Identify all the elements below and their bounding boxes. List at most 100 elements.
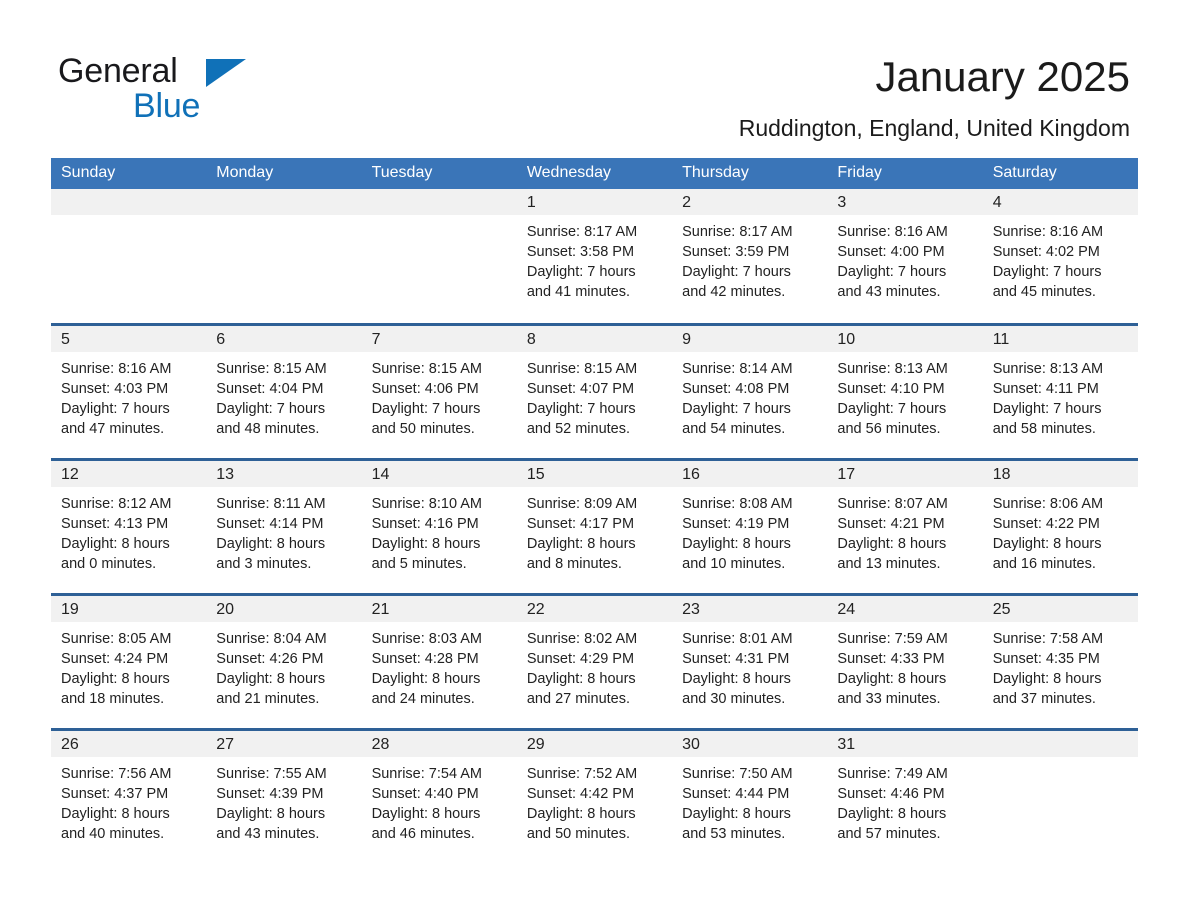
- day-number: 21: [361, 595, 517, 622]
- day-number: 5: [51, 325, 207, 352]
- calendar-day-cell[interactable]: 4 Sunrise: 8:16 AM Sunset: 4:02 PM Daylight…: [982, 189, 1138, 324]
- sunset-text: Sunset: 4:24 PM: [61, 650, 169, 667]
- calendar-day-cell[interactable]: 17 Sunrise: 8:07 AM Sunset: 4:21 PM Dayligh…: [827, 457, 983, 594]
- sunrise-text: Sunrise: 8:08 AM: [682, 495, 793, 512]
- sunset-text: Sunset: 4:26 PM: [216, 650, 324, 667]
- daylight-text-line1: Daylight: 8 hours: [837, 535, 947, 552]
- calendar-day-cell[interactable]: 5 Sunrise: 8:16 AM Sunset: 4:03 PM Daylight…: [51, 322, 207, 459]
- day-details: Sunrise: 8:06 AM Sunset: 4:22 PM Daylight:…: [983, 487, 1138, 574]
- daylight-text-line2: and 48 minutes.: [216, 420, 320, 437]
- sunset-text: Sunset: 4:03 PM: [61, 380, 169, 397]
- sunrise-text: Sunrise: 7:59 AM: [837, 630, 948, 647]
- calendar-day-cell[interactable]: 19 Sunrise: 8:05 AM Sunset: 4:24 PM Dayligh…: [51, 592, 207, 729]
- calendar-day-cell[interactable]: 1 Sunrise: 8:17 AM Sunset: 3:58 PM Daylight…: [516, 189, 673, 324]
- daylight-text-line1: Daylight: 8 hours: [216, 805, 326, 822]
- calendar-week-row: 26 Sunrise: 7:56 AM Sunset: 4:37 PM Dayligh…: [51, 727, 1138, 864]
- calendar-day-cell[interactable]: 12 Sunrise: 8:12 AM Sunset: 4:13 PM Dayligh…: [51, 457, 207, 594]
- calendar-day-cell[interactable]: 10 Sunrise: 8:13 AM Sunset: 4:10 PM Dayligh…: [827, 322, 983, 459]
- calendar-day-cell[interactable]: 30 Sunrise: 7:50 AM Sunset: 4:44 PM Dayligh…: [672, 727, 828, 864]
- day-details: Sunrise: 7:55 AM Sunset: 4:39 PM Daylight:…: [206, 757, 361, 844]
- sunset-text: Sunset: 4:02 PM: [992, 244, 1100, 260]
- daylight-text-line2: and 52 minutes.: [526, 420, 631, 437]
- calendar-day-cell[interactable]: 16 Sunrise: 8:08 AM Sunset: 4:19 PM Dayligh…: [672, 457, 828, 594]
- daylight-text-line1: Daylight: 7 hours: [526, 264, 636, 280]
- day-details: Sunrise: 7:49 AM Sunset: 4:46 PM Daylight:…: [827, 757, 982, 844]
- calendar-week-row: 19 Sunrise: 8:05 AM Sunset: 4:24 PM Dayligh…: [51, 592, 1138, 729]
- calendar-day-cell[interactable]: 29 Sunrise: 7:52 AM Sunset: 4:42 PM Dayligh…: [516, 727, 673, 864]
- calendar-day-cell[interactable]: 9 Sunrise: 8:14 AM Sunset: 4:08 PM Daylight…: [672, 322, 828, 459]
- calendar-day-cell[interactable]: 23 Sunrise: 8:01 AM Sunset: 4:31 PM Dayligh…: [672, 592, 828, 729]
- daylight-text-line1: Daylight: 8 hours: [371, 805, 481, 822]
- daylight-text-line2: and 21 minutes.: [216, 690, 320, 707]
- calendar-day-cell[interactable]: 24 Sunrise: 7:59 AM Sunset: 4:33 PM Dayligh…: [827, 592, 983, 729]
- sunrise-text: Sunrise: 8:13 AM: [837, 360, 948, 377]
- daylight-text-line2: and 50 minutes.: [371, 420, 475, 437]
- calendar-day-cell[interactable]: 2 Sunrise: 8:17 AM Sunset: 3:59 PM Daylight…: [672, 189, 828, 324]
- page-title: January 2025: [875, 53, 1130, 100]
- daylight-text-line1: Daylight: 8 hours: [61, 805, 170, 822]
- calendar-day-cell[interactable]: 20 Sunrise: 8:04 AM Sunset: 4:26 PM Dayligh…: [206, 592, 362, 729]
- weekday-header-tuesday: Tuesday: [361, 158, 517, 189]
- day-number: 11: [982, 325, 1138, 352]
- day-number: 16: [672, 460, 828, 487]
- calendar-day-cell[interactable]: 31 Sunrise: 7:49 AM Sunset: 4:46 PM Dayligh…: [827, 727, 983, 864]
- calendar-day-cell[interactable]: 7 Sunrise: 8:15 AM Sunset: 4:06 PM Daylight…: [361, 322, 517, 459]
- general-blue-logo: General Blue: [58, 52, 378, 134]
- daylight-text-line2: and 13 minutes.: [837, 555, 941, 572]
- calendar-day-cell[interactable]: 25 Sunrise: 7:58 AM Sunset: 4:35 PM Dayligh…: [982, 592, 1138, 729]
- day-number: 9: [672, 325, 828, 352]
- calendar-body: 1 Sunrise: 8:17 AM Sunset: 3:58 PM Daylight…: [51, 189, 1138, 864]
- day-details: Sunrise: 8:15 AM Sunset: 4:06 PM Daylight:…: [362, 352, 517, 439]
- calendar-day-cell[interactable]: 21 Sunrise: 8:03 AM Sunset: 4:28 PM Dayligh…: [361, 592, 517, 729]
- calendar-day-cell-empty: [206, 189, 362, 324]
- sunset-text: Sunset: 4:06 PM: [371, 380, 479, 397]
- calendar-day-cell[interactable]: 27 Sunrise: 7:55 AM Sunset: 4:39 PM Dayligh…: [206, 727, 362, 864]
- daylight-text-line1: Daylight: 8 hours: [216, 670, 326, 687]
- sunrise-text: Sunrise: 8:13 AM: [992, 360, 1104, 377]
- page-header: General Blue January 2025 Ruddington, En…: [0, 0, 1188, 155]
- daylight-text-line1: Daylight: 8 hours: [526, 805, 636, 822]
- calendar-day-cell[interactable]: 14 Sunrise: 8:10 AM Sunset: 4:16 PM Dayligh…: [361, 457, 517, 594]
- daylight-text-line1: Daylight: 8 hours: [682, 670, 791, 687]
- sunrise-text: Sunrise: 7:50 AM: [682, 765, 793, 782]
- daylight-text-line2: and 53 minutes.: [682, 825, 786, 842]
- sunset-text: Sunset: 4:37 PM: [61, 785, 169, 802]
- day-details: Sunrise: 8:15 AM Sunset: 4:04 PM Daylight:…: [206, 352, 361, 439]
- day-number: 29: [516, 730, 673, 757]
- calendar-day-cell[interactable]: 8 Sunrise: 8:15 AM Sunset: 4:07 PM Daylight…: [516, 322, 673, 459]
- sunset-text: Sunset: 4:13 PM: [61, 515, 169, 532]
- day-number: 2: [672, 189, 828, 215]
- day-number: 1: [516, 189, 673, 215]
- sunrise-text: Sunrise: 8:09 AM: [526, 495, 638, 512]
- sunrise-text: Sunrise: 8:15 AM: [371, 360, 482, 377]
- calendar-day-cell[interactable]: 26 Sunrise: 7:56 AM Sunset: 4:37 PM Dayligh…: [51, 727, 207, 864]
- daylight-text-line2: and 45 minutes.: [992, 284, 1096, 300]
- day-number: 20: [206, 595, 362, 622]
- sunrise-text: Sunrise: 8:15 AM: [216, 360, 327, 377]
- day-number: 17: [827, 460, 983, 487]
- sunset-text: Sunset: 4:21 PM: [837, 515, 945, 532]
- calendar-week-row: 1 Sunrise: 8:17 AM Sunset: 3:58 PM Daylight…: [51, 189, 1138, 324]
- calendar-day-cell[interactable]: 22 Sunrise: 8:02 AM Sunset: 4:29 PM Dayligh…: [516, 592, 673, 729]
- calendar-day-cell[interactable]: 3 Sunrise: 8:16 AM Sunset: 4:00 PM Daylight…: [827, 189, 983, 324]
- calendar-day-cell[interactable]: 6 Sunrise: 8:15 AM Sunset: 4:04 PM Daylight…: [206, 322, 362, 459]
- calendar-day-cell-empty: [51, 189, 207, 324]
- sunset-text: Sunset: 4:07 PM: [526, 380, 635, 397]
- sunrise-text: Sunrise: 7:52 AM: [526, 765, 638, 782]
- calendar-day-cell[interactable]: 15 Sunrise: 8:09 AM Sunset: 4:17 PM Dayligh…: [516, 457, 673, 594]
- day-details: Sunrise: 7:56 AM Sunset: 4:37 PM Daylight:…: [51, 757, 206, 844]
- sunset-text: Sunset: 4:22 PM: [992, 515, 1100, 532]
- weekday-header-saturday: Saturday: [982, 158, 1138, 189]
- daylight-text-line2: and 3 minutes.: [216, 555, 312, 572]
- sunrise-text: Sunrise: 8:01 AM: [682, 630, 793, 647]
- daylight-text-line2: and 58 minutes.: [992, 420, 1096, 437]
- daylight-text-line2: and 42 minutes.: [682, 284, 786, 300]
- calendar-day-cell[interactable]: 11 Sunrise: 8:13 AM Sunset: 4:11 PM Dayligh…: [982, 322, 1138, 459]
- sunrise-text: Sunrise: 8:06 AM: [992, 495, 1104, 512]
- calendar-day-cell[interactable]: 13 Sunrise: 8:11 AM Sunset: 4:14 PM Dayligh…: [206, 457, 362, 594]
- daylight-text-line2: and 33 minutes.: [837, 690, 941, 707]
- triangle-icon: [206, 59, 246, 87]
- calendar-day-cell[interactable]: 28 Sunrise: 7:54 AM Sunset: 4:40 PM Dayligh…: [361, 727, 517, 864]
- day-details: Sunrise: 8:13 AM Sunset: 4:10 PM Daylight:…: [827, 352, 982, 439]
- calendar-day-cell[interactable]: 18 Sunrise: 8:06 AM Sunset: 4:22 PM Dayligh…: [982, 457, 1138, 594]
